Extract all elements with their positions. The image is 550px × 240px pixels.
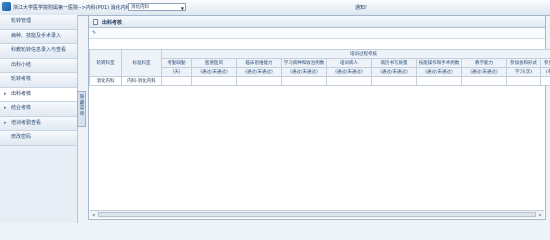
sidebar-item-label: 病种、技能及手术录入 [11, 32, 62, 39]
column-subheader: (通过/未通过) [416, 67, 462, 77]
collapse-menu-label: 隐藏菜单 [79, 95, 85, 117]
cell [326, 76, 372, 86]
column-header-standard-dept: 标准科室 [121, 49, 162, 77]
chevron-down-icon: ▼ [180, 6, 184, 11]
column-subheader: (天) [161, 67, 192, 77]
column-header: 参加科研 [540, 58, 550, 68]
notice-link[interactable]: 通知! [355, 4, 367, 11]
column-subheader: (有/无) [540, 67, 550, 77]
cell [281, 76, 327, 86]
column-header: 参加会和形式 [506, 58, 541, 68]
chevron-right-icon: ▸ [4, 90, 7, 97]
scrollbar-thumb[interactable] [98, 212, 536, 217]
toolbar: ✎ [89, 28, 545, 39]
column-header: 临床思维能力 [236, 58, 282, 68]
column-header: 考勤缺勤 [161, 58, 192, 68]
column-subheader: 学习(次) [506, 67, 541, 77]
column-subheader: (通过/未通过) [281, 67, 327, 77]
sidebar-item-rotation-assessment[interactable]: 轮转考核 [0, 73, 77, 88]
sidebar-item-case-entry[interactable]: 病种、技能及手术录入 [0, 29, 77, 44]
cell [371, 76, 417, 86]
sidebar-item-change-password[interactable]: 修改密码 [0, 131, 77, 146]
breadcrumb: 浙江大学医学院附属第一医院-->内科(P01) 消化内科 [13, 5, 131, 11]
column-header: 病历书写质量 [371, 58, 417, 68]
sidebar: 轮转管理 病种、技能及手术录入 科教轮转信息录入与查看 出科小结 轮转考核 ▸ 出… [0, 15, 78, 223]
page-title: 出科考核 [102, 19, 123, 26]
sidebar-item-label: 轮转管理 [11, 18, 32, 24]
horizontal-scrollbar[interactable]: ◂ ▸ [90, 210, 544, 218]
column-header: 培训病人 [326, 58, 372, 68]
scroll-left-icon[interactable]: ◂ [90, 211, 97, 218]
cell [506, 76, 541, 86]
column-subheader: (通过/未通过) [236, 67, 282, 77]
scroll-right-icon[interactable]: ▸ [537, 211, 544, 218]
panel-header: 出科考核 [89, 16, 545, 28]
sidebar-item-label: 轮转考核 [11, 76, 32, 82]
cell [161, 76, 192, 86]
department-select-value: 消化内科 [131, 5, 149, 10]
sidebar-item-completion-assessment[interactable]: ▸ 结业考核 [0, 102, 77, 117]
document-icon [93, 18, 98, 25]
chevron-right-icon: ▸ [4, 105, 7, 111]
column-subheader: (通过/未通过) [461, 67, 507, 77]
cell-standard-dept: 内科-消化内科 [121, 76, 162, 86]
assessment-table: 轮转科室 标准科室 培训过程考核 考勤缺勤 医德医风 临床思维能力 学习病种和收… [89, 49, 550, 86]
column-header: 教学能力 [461, 58, 507, 68]
sidebar-item-label: 出科小结 [11, 61, 32, 68]
sidebar-item-label: 出科考核 [11, 90, 32, 97]
hospital-logo-icon [2, 2, 11, 11]
collapse-menu-toggle[interactable]: 隐藏菜单 [77, 91, 86, 127]
column-subheader: (通过/未通过) [371, 67, 417, 77]
sidebar-item-label: 修改密码 [11, 134, 32, 140]
sidebar-item-department-summary[interactable]: 出科小结 [0, 58, 77, 73]
cell-rotation-dept: 消化内科 [89, 76, 122, 86]
column-header: 学习病种和收治例数 [281, 58, 327, 68]
sidebar-item-exit-assessment[interactable]: ▸ 出科考核 [0, 87, 77, 102]
main-panel: 出科考核 ✎ 轮转科室 标准科室 培训过程考核 考勤缺勤 医德医风 临床思维能力… [88, 15, 550, 220]
cell [191, 76, 237, 86]
sidebar-item-rotation-management[interactable]: 轮转管理 [0, 15, 77, 30]
sidebar-item-label: 培训考勤查看 [11, 119, 42, 126]
column-subheader: (通过/未通过) [191, 67, 237, 77]
department-select[interactable]: 消化内科 ▼ [128, 3, 186, 11]
pencil-icon[interactable]: ✎ [92, 30, 96, 36]
cell [236, 76, 282, 86]
column-header: 医德医风 [191, 58, 237, 68]
column-subheader: (通过/未通过) [326, 67, 372, 77]
column-header: 技能操作和手术例数 [416, 58, 462, 68]
chevron-right-icon: ▸ [4, 119, 7, 126]
column-group-header: 培训过程考核 [161, 49, 550, 59]
sidebar-item-teaching-rotation[interactable]: 科教轮转信息录入与查看 [0, 44, 77, 59]
cell [540, 76, 550, 86]
sidebar-item-label: 科教轮转信息录入与查看 [11, 47, 67, 53]
column-header-rotation-dept: 轮转科室 [89, 49, 122, 77]
table-row[interactable]: 消化内科 内科-消化内科 [89, 76, 550, 86]
cell [416, 76, 462, 86]
top-bar: 浙江大学医学院附属第一医院-->内科(P01) 消化内科 消化内科 ▼ 通知! [0, 0, 550, 16]
cell [461, 76, 507, 86]
sidebar-item-attendance[interactable]: ▸ 培训考勤查看 [0, 116, 77, 131]
sidebar-item-label: 结业考核 [11, 105, 32, 111]
